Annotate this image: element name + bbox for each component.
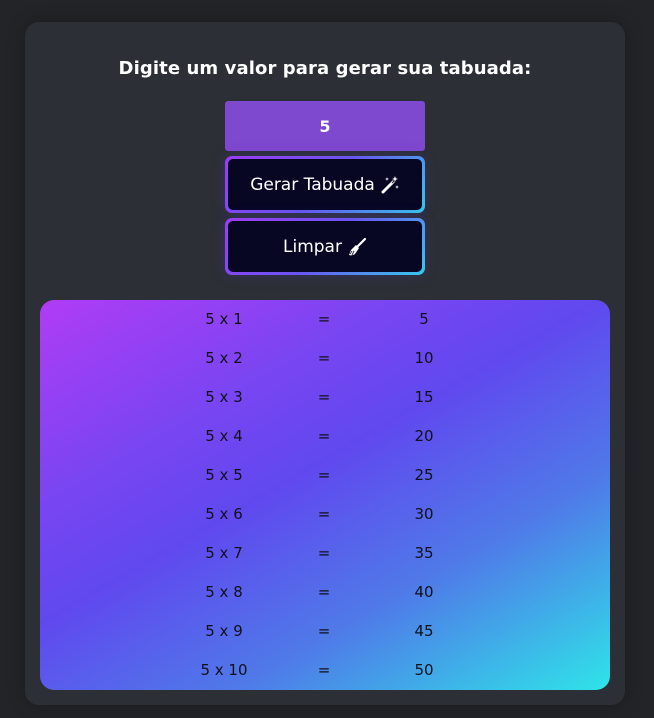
row-expression: 5 x 4 xyxy=(205,427,243,445)
table-row: 5 x 7 = 35 xyxy=(40,534,610,573)
clear-button-body: Limpar xyxy=(228,221,422,272)
row-result: 50 xyxy=(414,661,434,679)
row-expression: 5 x 9 xyxy=(205,622,243,640)
row-expression: 5 x 6 xyxy=(205,505,243,523)
clear-button[interactable]: Limpar xyxy=(225,218,425,275)
table-row: 5 x 5 = 25 xyxy=(40,456,610,495)
row-expression: 5 x 10 xyxy=(200,661,248,679)
row-result: 25 xyxy=(414,466,434,484)
clear-button-label: Limpar xyxy=(283,236,342,257)
generate-button-label: Gerar Tabuada xyxy=(250,174,375,195)
row-expression: 5 x 7 xyxy=(205,544,243,562)
row-result: 30 xyxy=(414,505,434,523)
row-result: 45 xyxy=(414,622,434,640)
table-row: 5 x 3 = 15 xyxy=(40,378,610,417)
row-result: 35 xyxy=(414,544,434,562)
row-expression: 5 x 1 xyxy=(205,310,243,328)
table-row: 5 x 10 = 50 xyxy=(40,651,610,690)
row-expression: 5 x 5 xyxy=(205,466,243,484)
magic-wand-icon xyxy=(380,175,400,195)
tabuada-card: Digite um valor para gerar sua tabuada: … xyxy=(25,22,625,705)
broom-icon xyxy=(347,237,367,257)
multiplication-table: 5 x 1 = 5 5 x 2 = 10 5 x 3 = 15 5 x 4 = … xyxy=(40,300,610,690)
table-row: 5 x 4 = 20 xyxy=(40,417,610,456)
row-result: 20 xyxy=(414,427,434,445)
table-row: 5 x 6 = 30 xyxy=(40,495,610,534)
row-equals: = xyxy=(317,505,331,523)
page-title: Digite um valor para gerar sua tabuada: xyxy=(118,58,532,79)
row-equals: = xyxy=(317,661,331,679)
row-equals: = xyxy=(317,583,331,601)
row-equals: = xyxy=(317,310,331,328)
row-result: 15 xyxy=(414,388,434,406)
table-row: 5 x 1 = 5 xyxy=(40,300,610,339)
generate-button[interactable]: Gerar Tabuada xyxy=(225,156,425,213)
number-input[interactable] xyxy=(225,101,425,151)
table-row: 5 x 9 = 45 xyxy=(40,612,610,651)
row-equals: = xyxy=(317,388,331,406)
row-equals: = xyxy=(317,466,331,484)
table-row: 5 x 2 = 10 xyxy=(40,339,610,378)
row-result: 5 xyxy=(419,310,429,328)
row-equals: = xyxy=(317,622,331,640)
row-expression: 5 x 8 xyxy=(205,583,243,601)
row-result: 10 xyxy=(414,349,434,367)
row-equals: = xyxy=(317,427,331,445)
table-row: 5 x 8 = 40 xyxy=(40,573,610,612)
row-result: 40 xyxy=(414,583,434,601)
generate-button-body: Gerar Tabuada xyxy=(228,159,422,210)
row-equals: = xyxy=(317,349,331,367)
row-expression: 5 x 3 xyxy=(205,388,243,406)
row-equals: = xyxy=(317,544,331,562)
row-expression: 5 x 2 xyxy=(205,349,243,367)
